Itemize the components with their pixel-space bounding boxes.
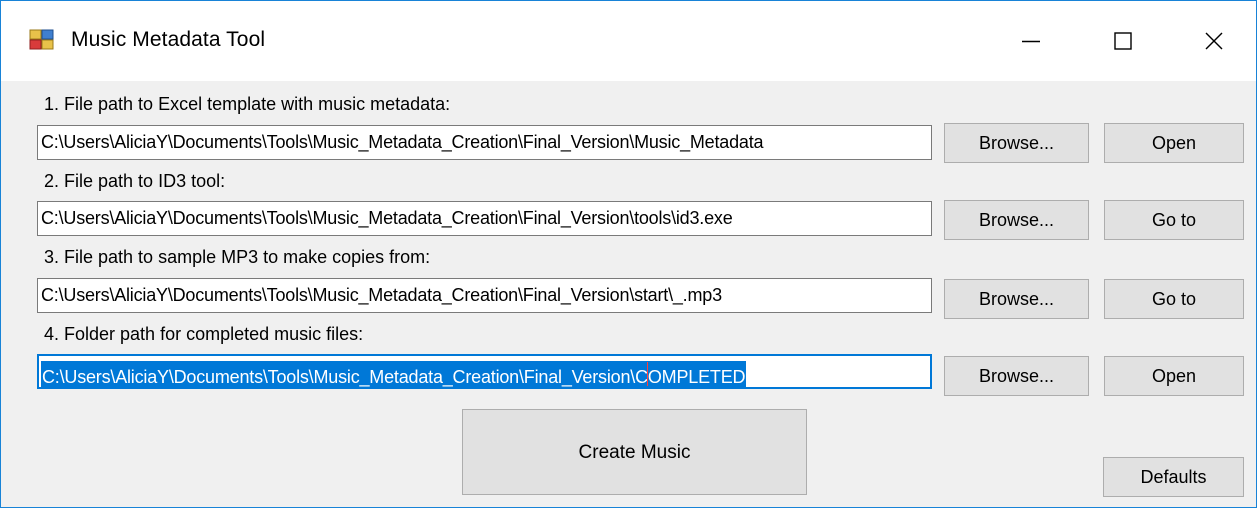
id3-tool-goto-button[interactable]: Go to bbox=[1104, 200, 1244, 240]
excel-template-browse-button[interactable]: Browse... bbox=[944, 123, 1089, 163]
sample-mp3-goto-button[interactable]: Go to bbox=[1104, 279, 1244, 319]
minimize-icon bbox=[1022, 40, 1040, 43]
title-bar[interactable]: Music Metadata Tool bbox=[1, 1, 1256, 81]
sample-mp3-path-input[interactable]: C:\Users\AliciaY\Documents\Tools\Music_M… bbox=[37, 278, 932, 313]
maximize-icon bbox=[1114, 32, 1132, 50]
close-icon bbox=[1205, 32, 1223, 50]
id3-tool-path-input[interactable]: C:\Users\AliciaY\Documents\Tools\Music_M… bbox=[37, 201, 932, 236]
close-button[interactable] bbox=[1184, 15, 1244, 67]
minimize-button[interactable] bbox=[1001, 15, 1061, 67]
completed-folder-open-button[interactable]: Open bbox=[1104, 356, 1244, 396]
window-title: Music Metadata Tool bbox=[71, 28, 266, 51]
selected-text: C:\Users\AliciaY\Documents\Tools\Music_M… bbox=[41, 361, 747, 387]
id3-tool-label: 2. File path to ID3 tool: bbox=[44, 171, 226, 191]
create-music-button[interactable]: Create Music bbox=[462, 409, 807, 495]
sample-mp3-browse-button[interactable]: Browse... bbox=[944, 279, 1089, 319]
app-grid-icon bbox=[29, 29, 55, 51]
excel-template-open-button[interactable]: Open bbox=[1104, 123, 1244, 163]
completed-folder-label: 4. Folder path for completed music files… bbox=[44, 324, 364, 344]
selected-text-before-caret: C:\Users\AliciaY\Documents\Tools\Music_M… bbox=[42, 367, 648, 387]
caret-mark bbox=[646, 362, 648, 386]
maximize-button[interactable] bbox=[1093, 15, 1153, 67]
excel-template-label: 1. File path to Excel template with musi… bbox=[44, 94, 451, 114]
sample-mp3-label: 3. File path to sample MP3 to make copie… bbox=[44, 247, 431, 267]
completed-folder-path-input[interactable]: C:\Users\AliciaY\Documents\Tools\Music_M… bbox=[37, 354, 932, 389]
create-music-label: Create Music bbox=[578, 442, 691, 463]
app-window: Music Metadata Tool 1. File path to Exce… bbox=[0, 0, 1257, 508]
excel-template-path-input[interactable]: C:\Users\AliciaY\Documents\Tools\Music_M… bbox=[37, 125, 932, 160]
defaults-button[interactable]: Defaults bbox=[1103, 457, 1244, 497]
selected-text-after-caret: OMPLETED bbox=[647, 367, 746, 387]
completed-folder-browse-button[interactable]: Browse... bbox=[944, 356, 1089, 396]
id3-tool-browse-button[interactable]: Browse... bbox=[944, 200, 1089, 240]
